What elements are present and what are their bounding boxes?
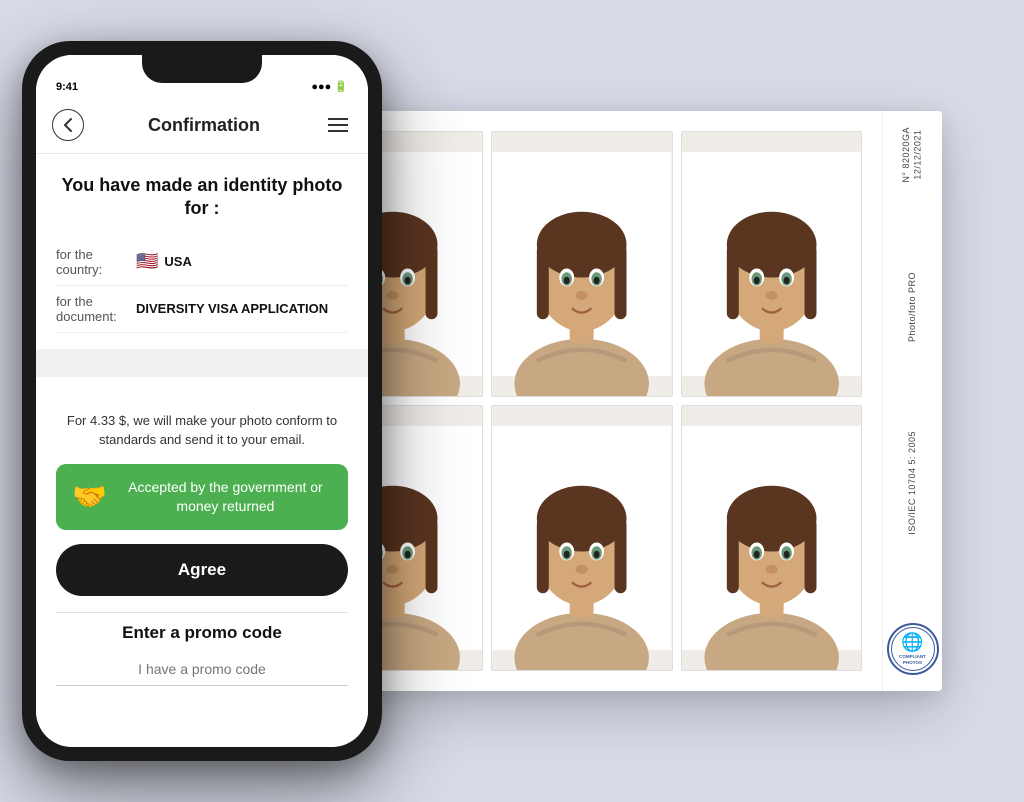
main-section: You have made an identity photo for : fo… <box>36 154 368 349</box>
stamp-inner: 🌐 COMPLIANT PHOTOS <box>891 627 935 671</box>
country-label: for the country: <box>56 247 136 277</box>
stamp-text: COMPLIANT PHOTOS <box>892 654 934 666</box>
status-time: 9:41 <box>56 81 78 93</box>
promo-title: Enter a promo code <box>56 623 348 643</box>
guarantee-banner: 🤝 Accepted by the government or money re… <box>56 464 348 530</box>
screen-content: You have made an identity photo for : fo… <box>36 154 368 747</box>
phone-device: 9:41 ●●● 🔋 Confirmation <box>22 41 382 761</box>
sheet-label: N° 82020GA 12/12/2021 Photo/foto PRO ISO… <box>882 111 942 691</box>
phone-notch <box>142 55 262 83</box>
sheet-iso: ISO/IEC 10704 5: 2005 <box>907 431 919 535</box>
handshake-icon: 🤝 <box>72 480 107 513</box>
divider <box>56 612 348 613</box>
main-title: You have made an identity photo for : <box>56 174 348 221</box>
status-icons: ●●● 🔋 <box>311 80 348 93</box>
scene: 9:41 ●●● 🔋 Confirmation <box>22 26 1002 776</box>
gray-section <box>36 349 368 377</box>
document-row: for the document: DIVERSITY VISA APPLICA… <box>56 286 348 333</box>
guarantee-text: Accepted by the government or money retu… <box>119 478 332 516</box>
back-button[interactable] <box>52 109 84 141</box>
document-label: for the document: <box>56 294 136 324</box>
agree-button[interactable]: Agree <box>56 544 348 596</box>
photo-cell-6 <box>681 405 862 671</box>
globe-icon: 🌐 <box>901 632 923 654</box>
phone-screen: 9:41 ●●● 🔋 Confirmation <box>36 55 368 747</box>
screen-title: Confirmation <box>148 115 260 136</box>
promo-section: Enter a promo code <box>56 623 348 686</box>
menu-line-1 <box>328 118 348 120</box>
country-row: for the country: 🇺🇸 USA <box>56 239 348 286</box>
country-name: USA <box>164 254 191 269</box>
flag-icon: 🇺🇸 <box>136 251 158 272</box>
document-value: DIVERSITY VISA APPLICATION <box>136 301 328 316</box>
nav-bar: Confirmation <box>36 99 368 154</box>
menu-line-3 <box>328 130 348 132</box>
photo-cell-3 <box>681 131 862 397</box>
menu-line-2 <box>328 124 348 126</box>
menu-button[interactable] <box>324 114 352 136</box>
price-section: For 4.33 $, we will make your photo conf… <box>36 377 368 702</box>
photo-cell-5 <box>491 405 672 671</box>
compliance-stamp: 🌐 COMPLIANT PHOTOS <box>887 623 939 675</box>
promo-input[interactable] <box>56 653 348 686</box>
sheet-number: N° 82020GA 12/12/2021 <box>901 127 924 183</box>
photo-cell-2 <box>491 131 672 397</box>
sheet-brand: Photo/foto PRO <box>907 272 919 342</box>
country-value: 🇺🇸 USA <box>136 251 192 272</box>
price-description: For 4.33 $, we will make your photo conf… <box>56 397 348 464</box>
